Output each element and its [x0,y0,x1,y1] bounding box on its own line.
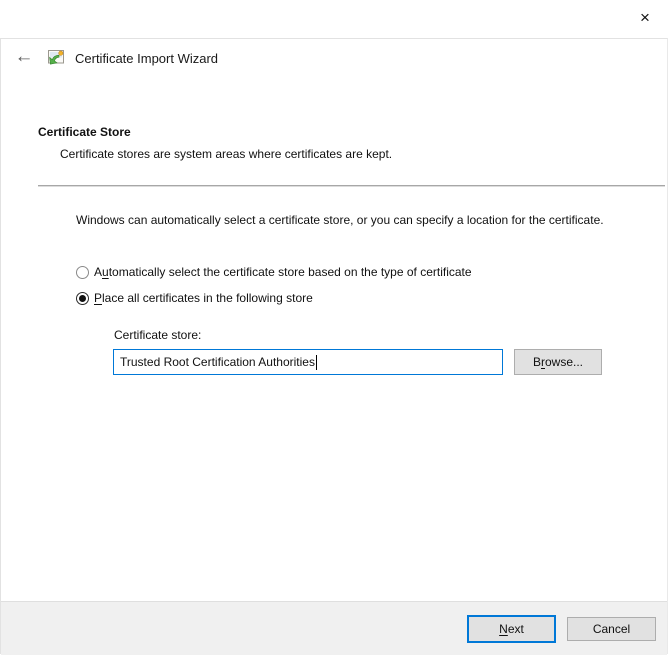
divider [38,185,665,187]
footer: Next Cancel [1,601,667,655]
radio-row-place-all[interactable]: Place all certificates in the following … [76,291,313,305]
cancel-button[interactable]: Cancel [567,617,656,641]
radio-row-automatic-store[interactable]: Automatically select the certificate sto… [76,265,472,279]
radio-automatic-store[interactable] [76,266,89,279]
certificate-store-value: Trusted Root Certification Authorities [120,355,315,369]
certificate-import-icon [45,46,67,68]
step-heading: Certificate Store [38,125,131,139]
intro-text: Windows can automatically select a certi… [76,212,624,228]
certificate-import-wizard-dialog: ← Certificate Import Wizard Certificate … [0,38,668,654]
radio-place-all-label[interactable]: Place all certificates in the following … [94,291,313,305]
back-button[interactable]: ← [11,45,37,69]
radio-place-all[interactable] [76,292,89,305]
text-caret [316,355,317,370]
step-subheading: Certificate stores are system areas wher… [60,147,392,161]
certificate-store-label: Certificate store: [114,328,201,342]
browse-button[interactable]: Browse... [514,349,602,375]
wizard-title: Certificate Import Wizard [75,51,218,66]
radio-automatic-store-label[interactable]: Automatically select the certificate sto… [94,265,472,279]
certificate-store-input[interactable]: Trusted Root Certification Authorities [113,349,503,375]
next-button[interactable]: Next [467,615,556,643]
close-icon[interactable]: × [633,8,657,30]
